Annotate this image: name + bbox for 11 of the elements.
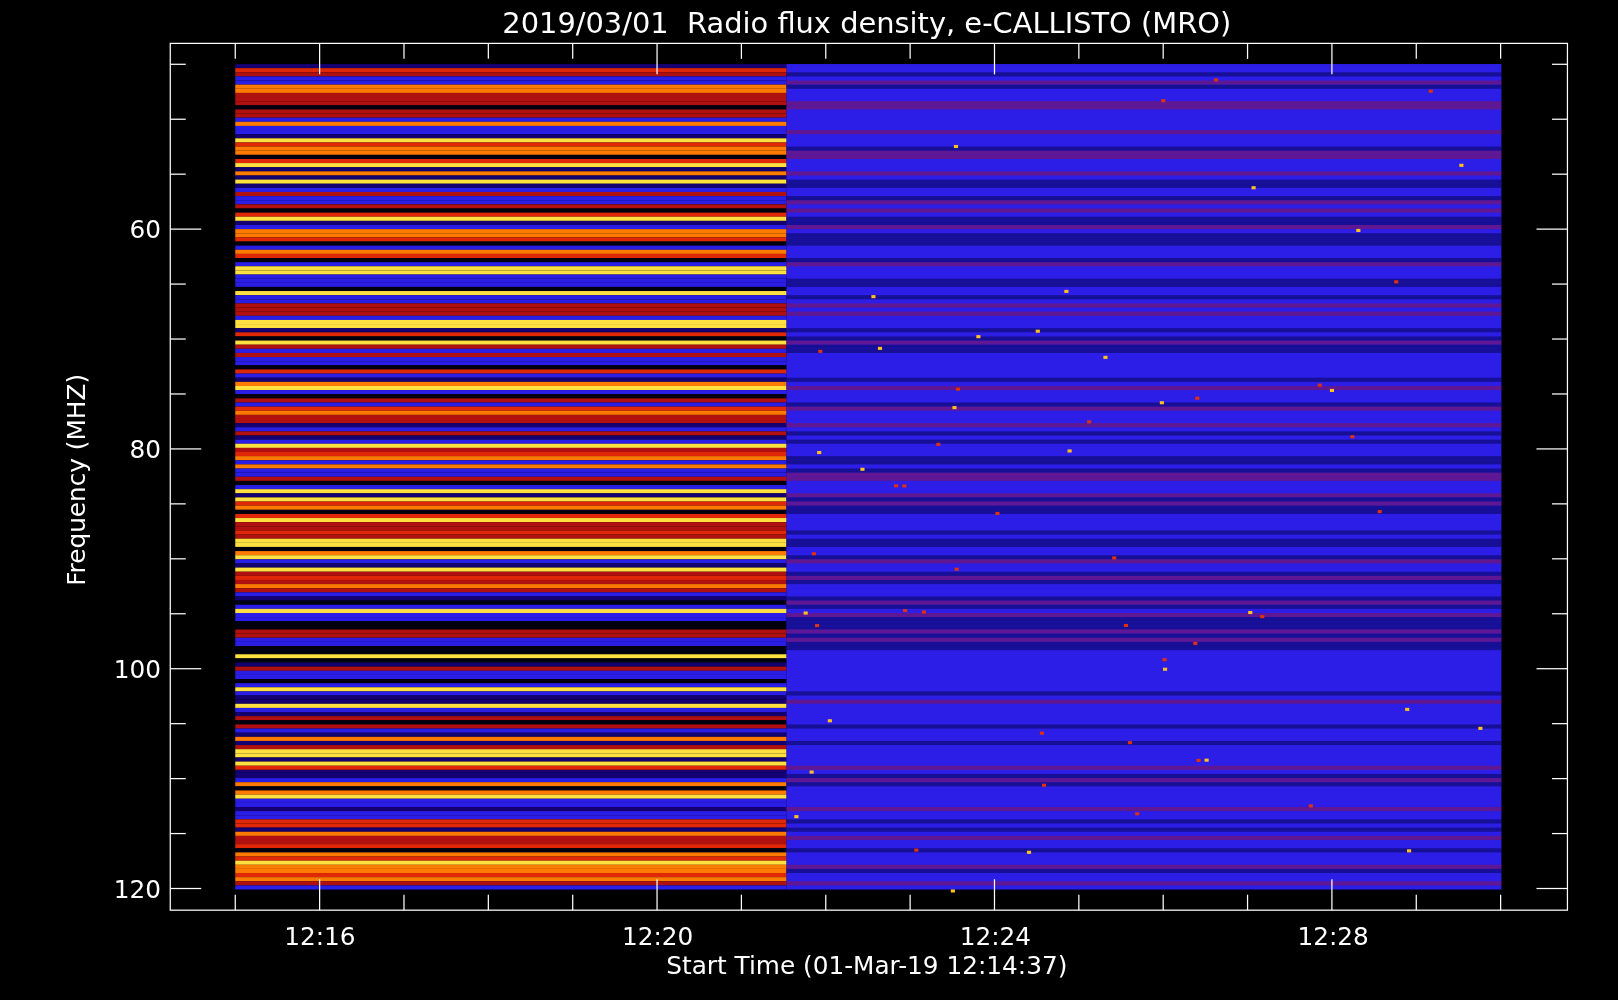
x-tick-label: 12:20 xyxy=(621,922,694,952)
x-axis-label: Start Time (01-Mar-19 12:14:37) xyxy=(666,951,1068,981)
x-tick-label: 12:16 xyxy=(284,922,356,952)
y-tick-label: 100 xyxy=(113,655,161,684)
y-tick-label: 80 xyxy=(129,435,161,465)
y-tick-label: 60 xyxy=(129,215,161,245)
y-axis-label: Frequency (MHZ) xyxy=(61,373,91,586)
y-tick-label: 120 xyxy=(113,874,161,904)
x-tick-label: 12:28 xyxy=(1297,922,1369,952)
chart-title: 2019/03/01 Radio flux density, e-CALLISTO (MRO) xyxy=(502,6,1232,41)
x-tick-label: 12:24 xyxy=(959,922,1031,952)
